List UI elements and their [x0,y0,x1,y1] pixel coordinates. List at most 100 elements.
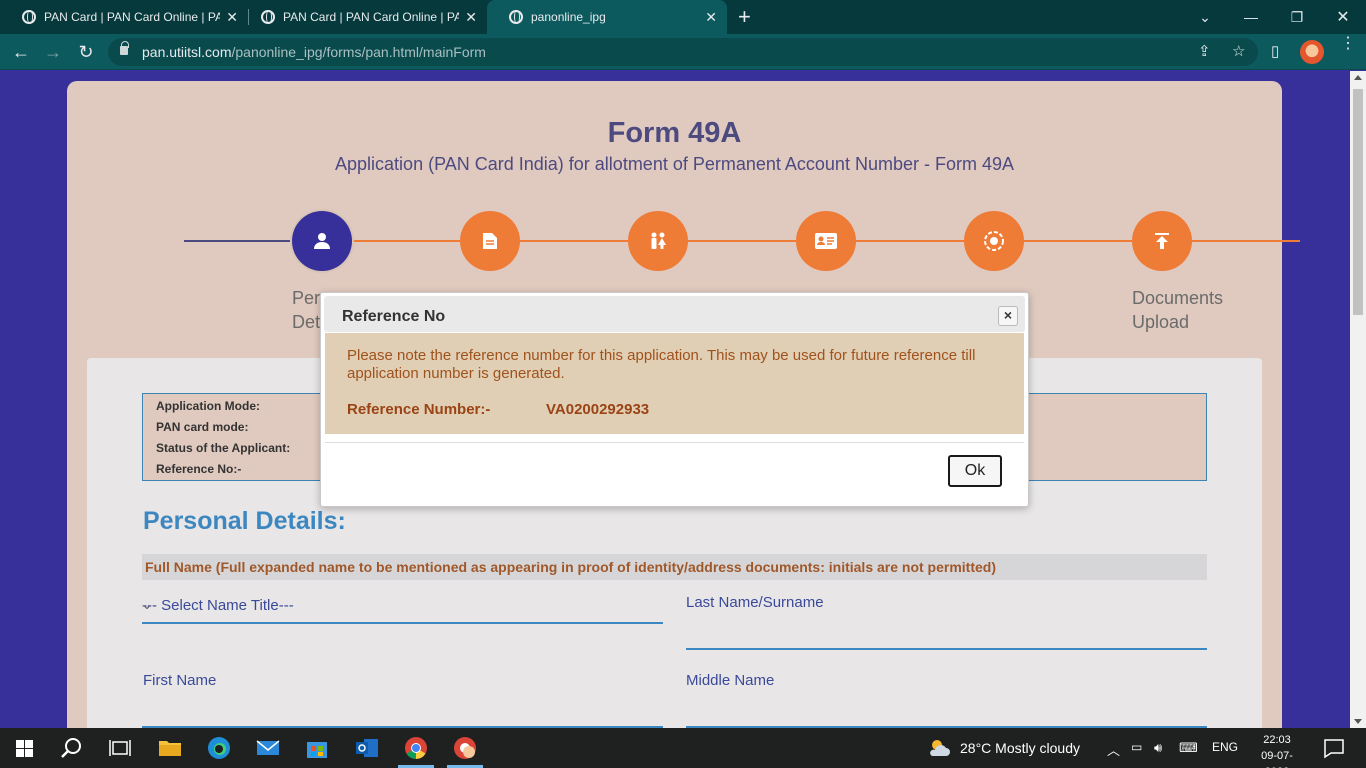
stepper-line-done [184,240,292,242]
clock-time: 22:03 [1263,734,1291,746]
tab-title: PAN Card | PAN Card Online | PAN [283,10,459,24]
scroll-down-icon[interactable] [1354,719,1362,724]
browser-tab-1[interactable]: PAN Card | PAN Card Online | PAN ✕ [0,0,248,34]
application-mode-label: Application Mode: [156,399,260,413]
browser-tab-bar: PAN Card | PAN Card Online | PAN ✕ PAN C… [0,0,1366,34]
page-subtitle: Application (PAN Card India) for allotme… [335,154,1014,174]
mail-icon[interactable] [256,736,280,760]
task-view-icon[interactable] [108,736,132,760]
full-name-note: Full Name (Full expanded name to be ment… [142,554,1207,580]
url-text: pan.utiitsl.com/panonline_ipg/forms/pan.… [142,44,486,60]
outlook-icon[interactable] [355,736,379,760]
bookmark-star-icon[interactable]: ☆ [1232,42,1245,60]
back-arrow-icon[interactable]: ← [9,40,33,64]
battery-icon[interactable]: ▭ [1131,740,1142,754]
notification-icon[interactable] [1322,736,1346,760]
dialog-title: Reference No [342,308,446,325]
step-label-line: Per [292,288,321,308]
reference-number-value: VA0200292933 [546,401,650,418]
dialog-close-button[interactable]: × [998,306,1018,326]
scroll-up-icon[interactable] [1354,75,1362,80]
tab-search-chevron-icon[interactable]: ⌄ [1182,0,1228,34]
side-panel-icon[interactable]: ▯ [1271,42,1279,60]
page-title: Form 49A [607,117,742,149]
file-explorer-icon[interactable] [158,736,182,760]
share-icon[interactable]: ⇪ [1198,42,1211,60]
target-icon [984,231,1004,251]
step-3[interactable] [628,211,688,271]
weather-cloud-icon[interactable] [927,736,951,760]
reference-number-label: Reference Number:- [347,401,491,418]
last-name-label: Last Name/Surname [686,594,824,611]
globe-icon [261,10,275,24]
user-icon [314,233,330,249]
first-name-label: First Name [143,672,217,689]
tab-close-icon[interactable]: ✕ [465,9,477,25]
pan-card-mode-label: PAN card mode: [156,420,249,434]
ok-button[interactable]: Ok [948,455,1002,487]
url-host: pan.utiitsl.com [142,44,232,60]
profile-avatar[interactable] [1300,40,1324,64]
kebab-menu-icon[interactable]: ⋮ [1340,36,1356,52]
step-label-line: Upload [1132,312,1190,332]
step-documents-upload[interactable] [1132,211,1192,271]
document-icon [483,233,497,249]
language-indicator[interactable]: ENG [1212,740,1238,754]
dialog-divider [325,442,1024,443]
step-4[interactable] [796,211,856,271]
step-5[interactable] [964,211,1024,271]
chrome-profile-icon[interactable] [453,736,477,760]
step-label-line: Det [292,312,321,332]
name-title-select[interactable]: --- Select Name Title--- ⌄ [142,594,663,624]
lock-icon [120,41,129,55]
section-title: Personal Details: [143,507,346,535]
dialog-body: Please note the reference number for thi… [325,333,1024,434]
step-2[interactable] [460,211,520,271]
page-scrollbar[interactable] [1350,71,1366,728]
weather-text[interactable]: 28°C Mostly cloudy [960,740,1080,756]
dialog-header: Reference No × [324,296,1025,332]
browser-toolbar: ← → ↻ pan.utiitsl.com/panonline_ipg/form… [0,34,1366,70]
browser-tab-active[interactable]: panonline_ipg ✕ [487,0,727,34]
browser-tab-2[interactable]: PAN Card | PAN Card Online | PAN ✕ [239,0,487,34]
step-personal-details[interactable] [292,211,352,271]
step-label-documents: Documents Upload [1132,286,1223,334]
middle-name-label: Middle Name [686,672,775,689]
reference-no-dialog: Reference No × Please note the reference… [320,292,1029,507]
chrome-icon[interactable] [404,736,428,760]
chevron-down-icon: ⌄ [142,598,153,612]
reference-no-label: Reference No:- [156,462,242,476]
last-name-input[interactable] [686,648,1207,650]
clock[interactable]: 22:03 09-07-2023 [1252,732,1302,768]
keyboard-icon[interactable]: ⌨ [1179,740,1198,756]
globe-icon [509,10,523,24]
globe-icon [22,10,36,24]
step-label-line: Documents [1132,288,1224,308]
forward-arrow-icon[interactable]: → [41,40,65,64]
applicant-status-label: Status of the Applicant: [156,441,291,455]
clock-date: 09-07-2023 [1261,750,1293,768]
url-path: /panonline_ipg/forms/pan.html/mainForm [231,44,486,60]
scrollbar-thumb[interactable] [1353,89,1363,315]
restore-button[interactable]: ❐ [1274,0,1320,34]
windows-taskbar: 28°C Mostly cloudy ︿ ▭ 🔊︎ ⌨ ENG 22:03 09… [0,728,1366,768]
step-label-personal: Per Det [292,286,320,334]
minimize-button[interactable]: — [1228,0,1274,34]
tab-title: PAN Card | PAN Card Online | PAN [44,10,220,24]
edge-browser-icon[interactable] [207,736,231,760]
reload-icon[interactable]: ↻ [74,40,98,64]
windows-start-icon[interactable] [16,740,33,757]
store-icon[interactable] [305,736,329,760]
tab-close-icon[interactable]: ✕ [226,9,238,25]
tab-close-icon[interactable]: ✕ [705,9,717,25]
show-hidden-icons-icon[interactable]: ︿ [1107,740,1120,759]
address-bar[interactable]: pan.utiitsl.com/panonline_ipg/forms/pan.… [108,38,1258,66]
volume-icon[interactable]: 🔊︎ [1154,740,1162,756]
tab-title: panonline_ipg [531,10,606,24]
new-tab-button[interactable]: + [738,6,751,28]
close-window-button[interactable]: ✕ [1320,0,1366,34]
family-icon [651,232,666,249]
full-name-note-text: Full Name (Full expanded name to be ment… [145,559,997,575]
upload-icon [1155,233,1169,249]
search-icon[interactable] [60,736,84,760]
